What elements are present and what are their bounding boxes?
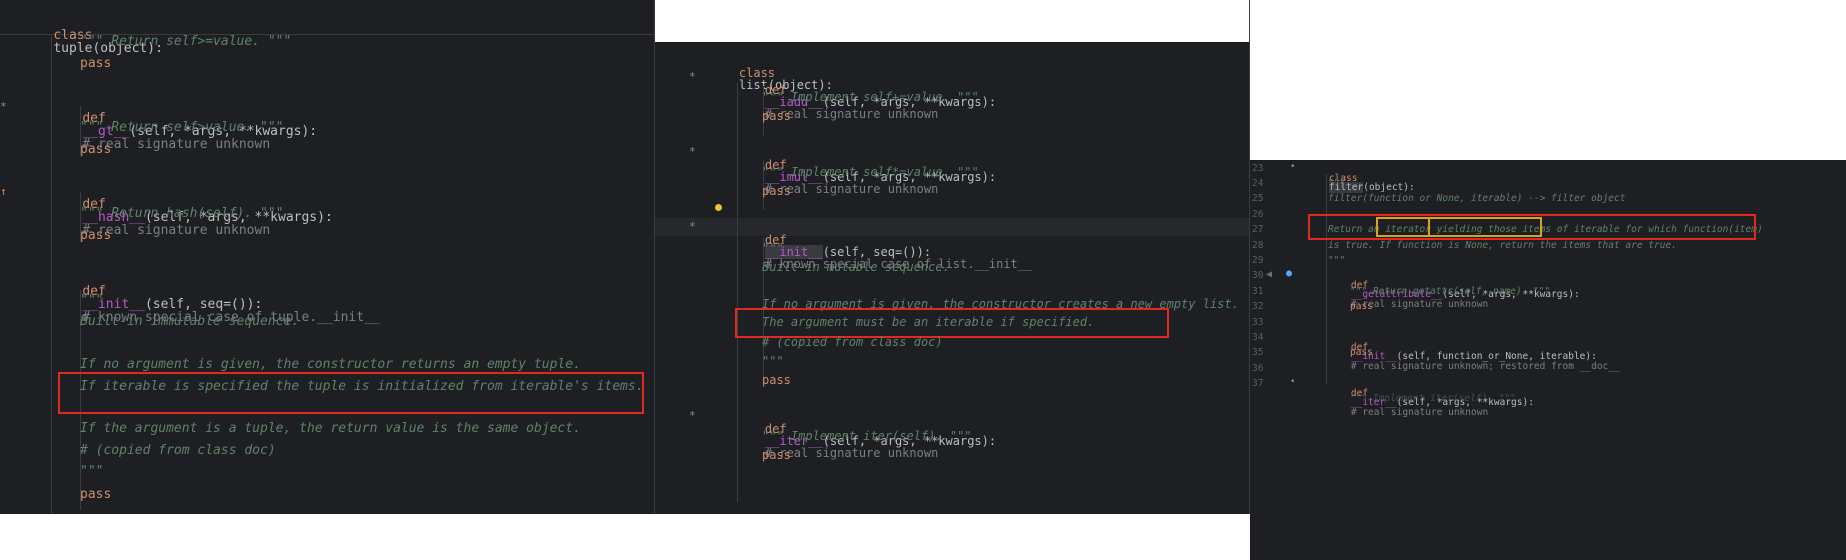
line-number: 37	[1252, 378, 1264, 389]
docstring-line: Built-in mutable sequence.	[762, 260, 950, 274]
word-highlight-box	[1376, 217, 1430, 237]
docstring-line: """ Implement self*=value. """	[762, 165, 979, 179]
indent-guide	[1326, 174, 1327, 384]
line-number: 26	[1252, 209, 1264, 220]
docstring-line: """ Return hash(self). """	[80, 206, 284, 221]
line-number: 29	[1252, 255, 1264, 266]
comment: # real signature unknown	[764, 446, 939, 460]
editor-pane-filter[interactable]: 23 24 25 26 27 28 29 30 31 32 33 34 35 3…	[1250, 160, 1846, 560]
line-number: 25	[1252, 193, 1264, 204]
docstring-line: Built-in immutable sequence.	[80, 314, 300, 329]
pass-statement: pass	[80, 56, 112, 71]
docstring-line: """ Implement iter(self). """	[1350, 393, 1516, 404]
line-number: 33	[1252, 317, 1264, 328]
docstring-line: If no argument is given, the constructor…	[80, 357, 581, 372]
docstring-line: """ Return self>value. """	[80, 120, 284, 135]
line-number: 28	[1252, 240, 1264, 251]
docstring-line: """	[762, 241, 784, 255]
line-number: 30	[1252, 270, 1264, 281]
docstring-line: filter(function or None, iterable) --> f…	[1328, 193, 1626, 204]
line-number: 32	[1252, 301, 1264, 312]
class-base: (object):	[1363, 182, 1415, 193]
highlight-box	[58, 372, 644, 414]
word-highlight-box	[1428, 217, 1542, 237]
docstring-line: """	[80, 293, 104, 308]
pass-statement: pass	[762, 184, 791, 198]
override-marker-icon[interactable]: *	[689, 70, 696, 83]
override-marker-icon[interactable]: ↑	[0, 185, 7, 198]
highlight-box	[735, 308, 1169, 338]
intention-bulb-icon[interactable]	[715, 204, 722, 211]
line-number: 23	[1252, 163, 1264, 174]
docstring-line: """ Return self>=value. """	[80, 34, 292, 49]
line-number: 36	[1252, 363, 1264, 374]
line-number: 35	[1252, 347, 1264, 358]
pass-statement: pass	[80, 142, 112, 157]
pass-statement: pass	[1350, 301, 1373, 312]
override-marker-icon[interactable]: *	[689, 220, 696, 233]
docstring-line: """	[80, 464, 104, 479]
override-marker-icon[interactable]: *	[689, 409, 696, 422]
docstring-line: """	[762, 354, 784, 368]
docstring-line: """	[1328, 178, 1346, 189]
docstring-line: """ Implement self+=value. """	[762, 90, 979, 104]
line-number: 27	[1252, 224, 1264, 235]
comment: # real signature unknown	[1350, 406, 1489, 418]
line-number: 31	[1252, 286, 1264, 297]
override-marker-icon[interactable]: •	[1290, 377, 1295, 387]
docstring-line: """ Implement iter(self). """	[762, 429, 972, 443]
pass-statement: pass	[80, 487, 112, 502]
implements-marker-icon[interactable]: ●	[1286, 268, 1292, 279]
line-number: 24	[1252, 178, 1264, 189]
docstring-line: # (copied from class doc)	[762, 335, 943, 349]
docstring-line: """ Return getattr(self, name). """	[1350, 286, 1551, 297]
docstring-line: """	[1328, 255, 1346, 266]
line-number: 34	[1252, 332, 1264, 343]
editor-pane-tuple[interactable]: class tuple(object): """ Return self>=va…	[0, 0, 654, 514]
fold-arrow-icon[interactable]: •	[1290, 162, 1295, 172]
comment: # real signature unknown	[764, 107, 939, 121]
override-marker-icon[interactable]: *	[0, 100, 7, 113]
pass-statement: pass	[762, 109, 791, 123]
pass-statement: pass	[762, 448, 791, 462]
pass-statement: pass	[80, 228, 112, 243]
fold-arrow-icon[interactable]: ◀	[1266, 269, 1272, 280]
comment: # real signature unknown	[764, 182, 939, 196]
editor-pane-list[interactable]: class list(object): * def __iadd__(self,…	[655, 42, 1249, 514]
docstring-line: # (copied from class doc)	[80, 443, 276, 458]
docstring-line: is true. If function is None, return the…	[1328, 240, 1677, 251]
override-marker-icon[interactable]: *	[689, 145, 696, 158]
pass-statement: pass	[1350, 347, 1373, 358]
comment: # real signature unknown; restored from …	[1350, 360, 1620, 372]
pass-statement: pass	[762, 373, 791, 387]
docstring-line: If the argument is a tuple, the return v…	[80, 421, 581, 436]
